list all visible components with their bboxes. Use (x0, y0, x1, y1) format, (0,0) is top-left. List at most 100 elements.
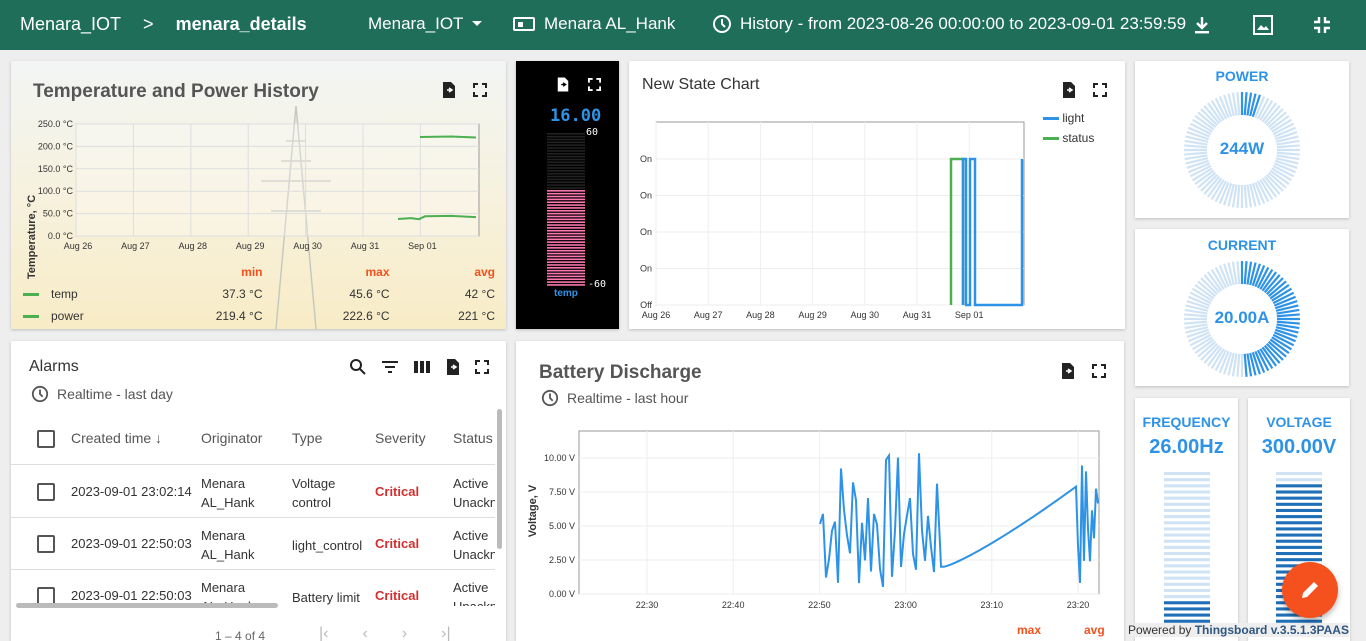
first-page-icon[interactable]: |‹ (319, 625, 328, 641)
export-image-icon[interactable] (1252, 14, 1274, 36)
legend-item-status[interactable]: status (1043, 131, 1094, 145)
table-row[interactable]: 2023-09-01 22:50:03 Menara AL_Hank light_… (11, 518, 495, 570)
device-icon (513, 17, 535, 31)
x-tick-label: Aug 29 (236, 241, 265, 251)
fullscreen-icon[interactable] (1093, 83, 1107, 97)
column-status[interactable]: Status (453, 430, 493, 446)
severity: Critical (375, 484, 420, 499)
download-icon[interactable] (1193, 15, 1211, 35)
breadcrumb-root[interactable]: Menara_IOT (20, 14, 121, 35)
select-all-checkbox[interactable] (37, 430, 55, 448)
x-tick-label: 23:20 (1067, 600, 1090, 610)
bar-segment (1164, 527, 1210, 531)
gauge-tick (1236, 261, 1241, 285)
series-swatch (1043, 137, 1059, 141)
export-file-icon[interactable] (1060, 362, 1076, 380)
thermo-segment (547, 175, 585, 178)
bar-segment (1164, 564, 1210, 568)
alarm-type: light_control (292, 538, 363, 553)
state-legend: light status (1043, 111, 1094, 145)
state-chart: On On On On OffAug 26 Aug 27 Aug 28 Aug 29 Aug 3… (640, 121, 1025, 320)
horizontal-scrollbar[interactable] (16, 603, 278, 608)
bar-segment (1276, 484, 1322, 488)
legend-item-light[interactable]: light (1043, 111, 1094, 125)
columns-icon[interactable] (413, 360, 431, 374)
thermo-segment (547, 269, 585, 272)
bar-segment (1164, 508, 1210, 512)
export-file-icon[interactable] (1061, 81, 1077, 99)
prev-page-icon[interactable]: ‹ (362, 625, 367, 641)
bar-segment (1164, 582, 1210, 586)
edit-fab-button[interactable] (1282, 562, 1338, 618)
history-timewindow[interactable]: History - from 2023-08-26 00:00:00 to 20… (712, 14, 1186, 34)
export-file-icon[interactable] (441, 81, 457, 99)
row-checkbox[interactable] (37, 535, 55, 553)
filter-icon[interactable] (381, 360, 399, 374)
bar-segment (1164, 533, 1210, 537)
thermo-segment (547, 135, 585, 138)
last-page-icon[interactable]: ›| (441, 625, 450, 641)
legend-row-power[interactable]: power 219.4 °C 222.6 °C 221 °C (17, 305, 501, 327)
device-chip[interactable]: Menara AL_Hank (512, 14, 675, 34)
originator: MenaraAL_Hank (201, 580, 254, 606)
bar-segment (1164, 576, 1210, 580)
state-chart-card: New State Chart On On On On Off Aug 26 Aug 27 A… (629, 61, 1125, 329)
thermometer-label: temp (554, 288, 578, 299)
bar-segment (1164, 496, 1210, 500)
legend-row-temp[interactable]: temp 37.3 °C 45.6 °C 42 °C (17, 283, 501, 305)
table-row[interactable]: 2023-09-01 23:02:14 Menara AL_Hank Voltag… (11, 466, 495, 518)
fullscreen-icon[interactable] (475, 360, 489, 374)
fullscreen-icon[interactable] (1092, 364, 1106, 378)
column-severity[interactable]: Severity (375, 430, 426, 446)
bar-segment (1164, 490, 1210, 494)
thermo-segment (547, 141, 585, 144)
y-tick-label: 10.00 V (544, 453, 575, 463)
thermo-segment (547, 152, 585, 155)
search-icon[interactable] (349, 358, 367, 376)
bar-segment (1276, 472, 1322, 476)
fullscreen-icon[interactable] (588, 78, 601, 91)
bar-segment (1164, 545, 1210, 549)
created-time: 2023-09-01 22:50:03 (71, 588, 192, 603)
y-tick-label: 7.50 V (549, 487, 575, 497)
column-type[interactable]: Type (292, 430, 322, 446)
table-row[interactable]: 2023-09-01 22:50:03 MenaraAL_Hank Batter… (11, 570, 495, 606)
table-header: Created time ↓ Originator Type Severity … (11, 413, 495, 465)
top-toolbar: Menara_IOT > menara_details Menara_IOT M… (0, 0, 1366, 50)
gauge-label: FREQUENCY (1142, 414, 1231, 430)
thermo-segment (547, 258, 585, 261)
column-created-time[interactable]: Created time ↓ (71, 430, 162, 446)
thingsboard-link[interactable]: Thingsboard v.3.5.1.3PAAS (1195, 623, 1349, 637)
gauge-label: POWER (1215, 68, 1269, 84)
export-file-icon[interactable] (556, 76, 570, 93)
severity: Critical (375, 588, 420, 603)
bar-segment (1276, 527, 1322, 531)
x-tick-label: Aug 27 (694, 310, 723, 320)
powered-by: Powered by Thingsboard v.3.5.1.3PAAS (1128, 623, 1349, 637)
alarms-timewindow[interactable]: Realtime - last day (31, 385, 173, 403)
temp-power-legend: min max avg temp 37.3 °C 45.6 °C 42 °C power 2… (17, 261, 501, 327)
x-tick-label: 22:50 (808, 600, 831, 610)
row-checkbox[interactable] (37, 483, 55, 501)
card-title: Battery Discharge (539, 362, 702, 383)
thermo-segment (547, 212, 585, 215)
column-originator[interactable]: Originator (201, 430, 262, 446)
bar-segment (1276, 552, 1322, 556)
entity-select[interactable]: Menara_IOT (368, 14, 483, 34)
gauge-tick (1243, 353, 1248, 377)
temperature-power-card: Temperature and Power History Temperatur… (11, 61, 506, 329)
gauge-label: CURRENT (1207, 237, 1277, 253)
vertical-scrollbar[interactable] (497, 409, 502, 549)
next-page-icon[interactable]: › (402, 625, 407, 641)
breadcrumb-current: menara_details (175, 14, 307, 34)
fullscreen-icon[interactable] (473, 83, 487, 97)
thermo-segment (547, 261, 585, 263)
thermometer-value: 16.00 (550, 106, 602, 126)
thermo-segment (547, 155, 585, 158)
battery-timewindow[interactable]: Realtime - last hour (541, 389, 688, 407)
gauge-label: VOLTAGE (1266, 414, 1332, 430)
export-file-icon[interactable] (445, 358, 461, 376)
originator: MenaraAL_Hank (201, 528, 255, 562)
bar-segment (1276, 539, 1322, 543)
exit-fullscreen-icon[interactable] (1312, 15, 1332, 35)
